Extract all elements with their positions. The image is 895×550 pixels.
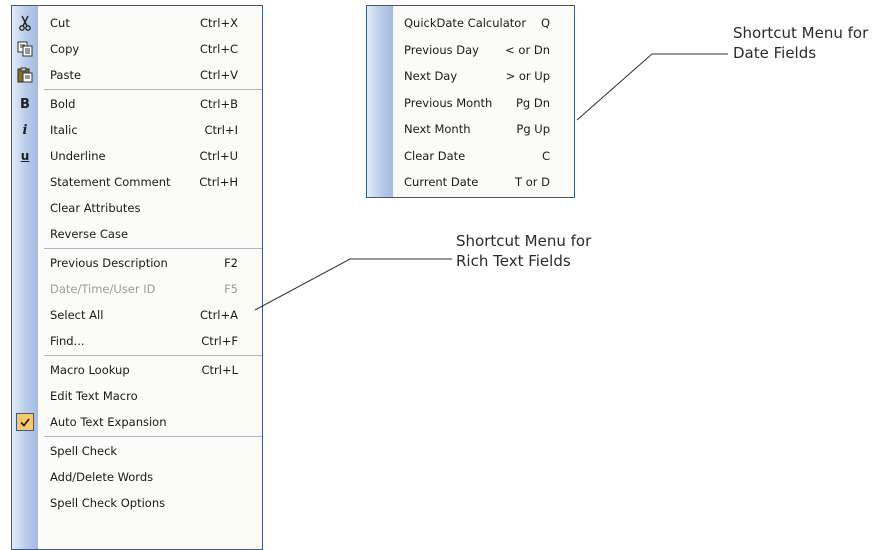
callout-leader-lines (254, 53, 728, 311)
date-callout-label: Shortcut Menu for Date Fields (733, 23, 868, 63)
rich-callout-label: Shortcut Menu for Rich Text Fields (456, 231, 591, 271)
rich-callout-leader (254, 258, 452, 311)
date-callout-leader (576, 53, 728, 121)
date-callout-line2: Date Fields (733, 44, 817, 62)
date-callout-line1: Shortcut Menu for (733, 24, 869, 42)
rich-callout-line1: Shortcut Menu for (456, 232, 592, 250)
rich-callout-line2: Rich Text Fields (456, 252, 571, 270)
